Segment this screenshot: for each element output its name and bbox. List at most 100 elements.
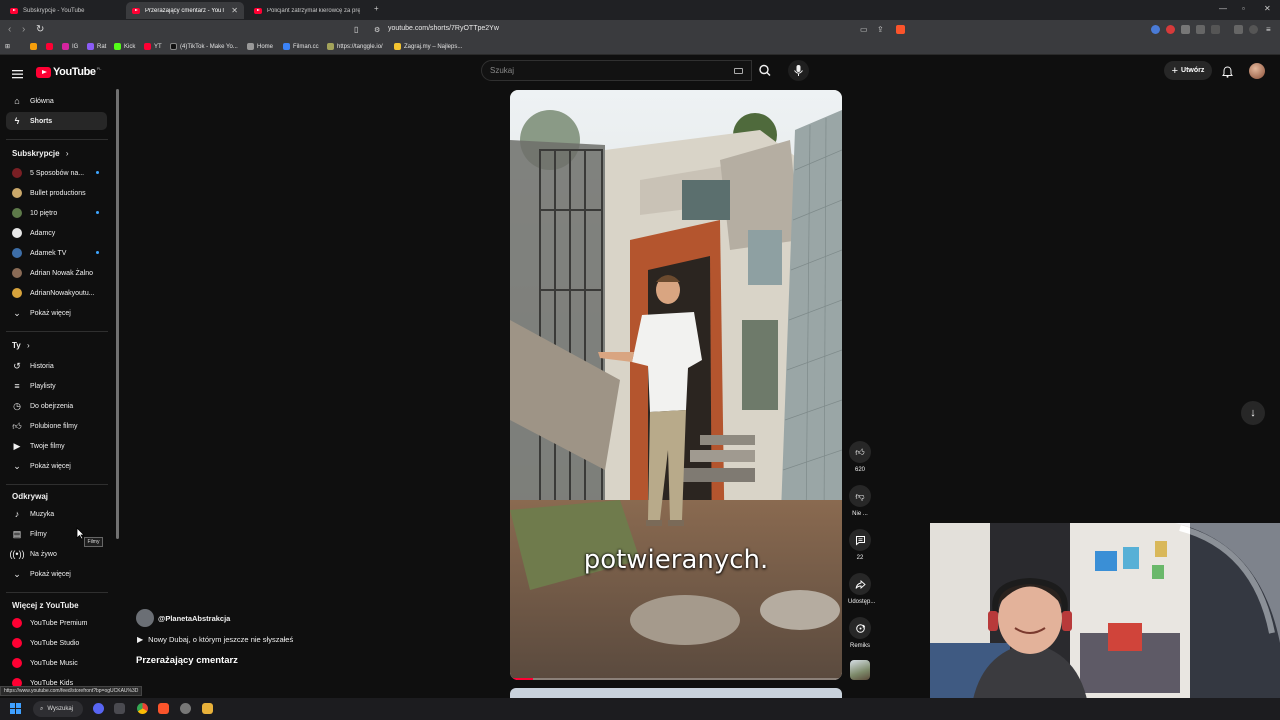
back-icon[interactable]: ‹ [8, 24, 11, 35]
sidebar-item-live[interactable]: ((•)) Na żywo [6, 545, 107, 563]
show-more-you[interactable]: ⌄ Pokaż więcej [6, 457, 107, 475]
tab-police-video[interactable]: Policjant zatrzymał kierowcę za prędkość [248, 2, 366, 19]
account-avatar[interactable] [1249, 63, 1265, 79]
media-icon[interactable] [1234, 25, 1243, 34]
search-input[interactable]: Szukaj [481, 60, 752, 81]
hamburger-menu-icon[interactable] [12, 66, 23, 84]
app-icon[interactable] [114, 703, 125, 714]
search-button[interactable] [752, 60, 780, 81]
dislike-button[interactable]: 👎︎ Nie ... [848, 485, 872, 517]
youtube-favicon-icon [10, 7, 18, 14]
extension-icon[interactable] [1181, 25, 1190, 34]
sidebar-item-subscription[interactable]: Adamek TV [6, 244, 107, 262]
channel-link[interactable]: @PlanetaAbstrakcja [136, 609, 230, 627]
extensions-puzzle-icon[interactable] [1196, 25, 1205, 34]
bookmark-rat[interactable]: Rat [87, 43, 106, 50]
menu-icon[interactable]: ≡ [1266, 25, 1271, 34]
sidebar-scrollbar[interactable] [116, 89, 119, 539]
close-window-icon[interactable]: ✕ [1264, 4, 1271, 13]
next-short-button[interactable]: ↓ [1241, 401, 1265, 425]
bookmark-yt[interactable]: YT [144, 43, 162, 50]
sidebar-item-liked[interactable]: 👍︎ Polubione filmy [6, 417, 107, 435]
sidebar-item-subscription[interactable]: 5 Sposobów na... [6, 164, 107, 182]
video-progress-bar[interactable] [510, 678, 842, 680]
create-button[interactable]: + Utwórz [1164, 61, 1212, 80]
sidebar-item-playlists[interactable]: ≡ Playlisty [6, 377, 107, 395]
keyboard-icon[interactable] [734, 68, 743, 74]
bookmark-kick[interactable]: Kick [114, 43, 135, 50]
sidebar-item-youtube-studio[interactable]: YouTube Studio [6, 634, 107, 652]
bookmark-tiktok[interactable]: (4)TikTok - Make Yo... [170, 43, 238, 50]
bookmarks-bar: ⊞ IG Rat Kick YT (4)TikTok - Make Yo... … [0, 40, 1280, 55]
site-info-icon[interactable]: ⚙ [374, 26, 380, 34]
watch-later-icon: ◷ [13, 400, 21, 411]
close-tab-icon[interactable]: ✕ [231, 6, 238, 15]
extension-icon[interactable] [1151, 25, 1160, 34]
sound-thumbnail[interactable] [850, 660, 870, 680]
new-tab-icon[interactable]: + [374, 4, 379, 13]
brave-shield-icon[interactable] [896, 25, 905, 34]
comment-icon [855, 535, 865, 546]
bookmark-filman[interactable]: Filman.cc [283, 43, 319, 50]
show-more-explore[interactable]: ⌄ Pokaż więcej [6, 565, 107, 583]
extension-icon[interactable] [1166, 25, 1175, 34]
share-button[interactable]: Udostęp... [848, 573, 875, 605]
tab-current-short[interactable]: Przerażający cmentarz - YouTube ✕ [126, 2, 244, 19]
forward-icon[interactable]: › [22, 24, 25, 35]
app-icon[interactable] [202, 703, 213, 714]
divider [6, 139, 108, 140]
sidebar-item-subscription[interactable]: Bullet productions [6, 184, 107, 202]
sidebar-item-subscription[interactable]: Adamcy [6, 224, 107, 242]
chrome-icon[interactable] [137, 703, 148, 714]
windows-start-icon[interactable] [10, 703, 21, 714]
remix-button[interactable]: Remiks [848, 617, 872, 649]
restore-icon[interactable]: ▫ [1242, 4, 1245, 13]
sidebar-item-subscription[interactable]: 10 piętro [6, 204, 107, 222]
sidebar-item-music[interactable]: ♪ Muzyka [6, 505, 107, 523]
sidebar-item-youtube-premium[interactable]: YouTube Premium [6, 614, 107, 632]
discord-icon[interactable] [93, 703, 104, 714]
reload-icon[interactable]: ↻ [36, 24, 44, 35]
apps-grid-icon[interactable]: ⊞ [5, 43, 10, 50]
chevron-down-icon: ⌄ [13, 307, 21, 318]
search-icon [759, 64, 771, 76]
taskbar-search[interactable]: ⌕ Wyszukaj [33, 701, 83, 717]
like-button[interactable]: 👍︎ 620 [848, 441, 872, 473]
sidebar-item-subscription[interactable]: Adrian Nowak Żalno [6, 264, 107, 282]
notifications-bell-icon[interactable] [1222, 65, 1233, 83]
bookmark-ig[interactable]: IG [62, 43, 78, 50]
linked-video-link[interactable]: ▶ Nowy Dubaj, o którym jeszcze nie słysz… [137, 635, 293, 644]
show-more-subscriptions[interactable]: ⌄ Pokaż więcej [6, 304, 107, 322]
comments-button[interactable]: 22 [848, 529, 872, 561]
sidebar-item-shorts[interactable]: ϟ Shorts [6, 112, 107, 130]
sidebar-item-history[interactable]: ↺ Historia [6, 357, 107, 375]
bookmark-icon[interactable]: ▯ [354, 25, 358, 34]
chevron-down-icon: ⌄ [13, 460, 21, 471]
subscriptions-heading[interactable]: Subskrypcje › [12, 149, 68, 158]
wallet-icon[interactable] [1249, 25, 1258, 34]
divider [6, 484, 108, 485]
youtube-logo[interactable]: YouTube PL [36, 66, 102, 78]
voice-search-button[interactable] [788, 60, 809, 81]
obs-icon[interactable] [180, 703, 191, 714]
sidebar-icon[interactable] [1211, 25, 1220, 34]
sidebar-item-watch-later[interactable]: ◷ Do obejrzenia [6, 397, 107, 415]
short-video-player[interactable]: potwieranych. [510, 90, 842, 680]
you-heading[interactable]: Ty › [12, 341, 30, 350]
bookmark-home[interactable]: Home [247, 43, 273, 50]
divider [6, 331, 108, 332]
url-field[interactable]: youtube.com/shorts/7RyOTTpe2Yw [388, 25, 499, 32]
share-icon[interactable]: ⇪ [877, 25, 884, 34]
bookmark-favicon-icon[interactable] [46, 43, 56, 50]
bookmark-tanggle[interactable]: https://tanggle.io/ [327, 43, 383, 50]
bookmark-favicon-icon[interactable] [30, 43, 40, 50]
sidebar-item-subscription[interactable]: AdrianNowakyoutu... [6, 284, 107, 302]
sidebar-item-your-videos[interactable]: ▶ Twoje filmy [6, 437, 107, 455]
install-app-icon[interactable]: ▭ [860, 25, 868, 34]
tab-subscriptions[interactable]: Subskrypcje - YouTube [4, 2, 124, 19]
minimize-icon[interactable]: — [1219, 4, 1227, 13]
sidebar-item-youtube-music[interactable]: YouTube Music [6, 654, 107, 672]
sidebar-item-home[interactable]: ⌂ Główna [6, 92, 107, 110]
brave-icon[interactable] [158, 703, 169, 714]
bookmark-zagraj[interactable]: Zagraj.my – Najleps... [394, 43, 462, 50]
